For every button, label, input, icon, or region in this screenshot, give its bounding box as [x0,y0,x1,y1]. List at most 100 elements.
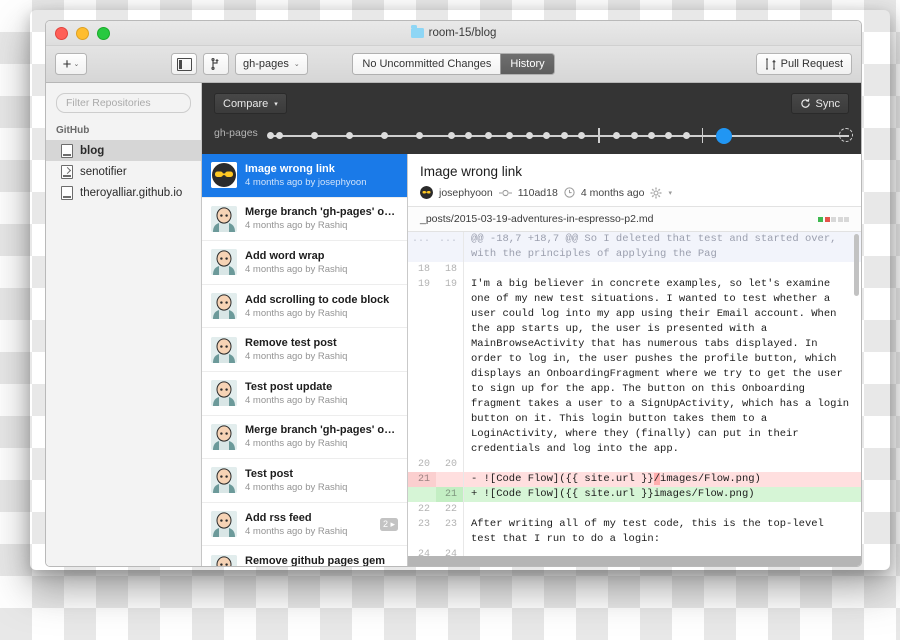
repo-icon [61,143,73,158]
timeline-head-circle[interactable] [838,128,853,142]
commit-list-item[interactable]: Image wrong link 4 months ago by josephyo… [202,154,407,198]
sidebar-item-theroyalliar-github-io[interactable]: theroyalliar.github.io [46,182,201,203]
timeline-commit-dot[interactable] [415,132,423,139]
filter-repositories-input[interactable]: Filter Repositories [56,93,191,113]
diff-old-line-number: 18 [417,264,430,275]
plus-icon: + [62,55,72,73]
history-timeline-header: Compare ▾ Sync gh-pages [202,83,861,154]
commit-list-item[interactable]: Test post update 4 months ago by Rashiq [202,372,407,416]
diff-line: 19 19 I'm a big believer in concrete examp… [408,277,861,457]
diff-old-line-number: 20 [417,459,430,470]
sync-button[interactable]: Sync [790,93,849,114]
timeline-commit-dot[interactable] [525,132,533,139]
diff-line-text [464,457,861,472]
commit-subject: Remove test post [245,337,337,350]
compare-button[interactable]: Compare ▾ [214,93,287,114]
timeline-commit-dot[interactable] [447,132,455,139]
repo-bell-icon [61,164,73,179]
branch-selector-button[interactable]: gh-pages ⌄ [235,53,308,75]
diff-line: 21 + ![Code Flow]({{ site.url }}images/Fl… [408,487,861,502]
timeline-commit-dot[interactable] [485,132,493,139]
diff-scrollbar[interactable] [854,234,859,296]
commit-list-item[interactable]: Remove github pages gem4 months ago by R… [202,546,407,566]
commit-list-item[interactable]: Merge branch 'gh-pages' of git…4 months … [202,416,407,460]
commit-item-meta: Merge branch 'gh-pages' of git…4 months … [245,424,398,449]
timeline-commit-dot[interactable] [276,132,284,139]
timeline-current-commit-dot[interactable] [717,128,732,143]
commit-list-item[interactable]: Add rss feed 4 months ago by Rashiq 2 ▸ [202,503,407,547]
compare-label: Compare [223,97,269,110]
timeline-commit-dot[interactable] [630,132,638,139]
commit-author-time: 4 months ago by Rashiq [245,394,348,406]
timeline-commit-dot[interactable] [267,132,275,139]
timeline-commit-dot[interactable] [505,132,513,139]
github-desktop-window: room-15/blog + ⌄ gh-pages ⌄ No Uncommitt… [45,20,862,567]
tab-history[interactable]: History [500,54,554,74]
create-branch-button[interactable] [203,53,229,75]
timeline-commit-dot[interactable] [310,132,318,139]
diff-viewer[interactable]: ...... @@ -18,7 +18,7 @@ So I deleted tha… [408,232,861,566]
diff-new-line-number [436,472,464,487]
commit-item-meta: Add word wrap 4 months ago by Rashiq [245,250,398,275]
timeline-commit-dot[interactable] [560,132,568,139]
commit-item-meta: Test post update 4 months ago by Rashiq [245,381,398,406]
window-bottom-bar [408,556,861,566]
toggle-sidebar-button[interactable] [171,53,197,75]
commit-author-time: 4 months ago by Rashiq [245,220,348,232]
commit-list-item[interactable]: Add word wrap 4 months ago by Rashiq [202,241,407,285]
diff-old-line-number [408,487,436,502]
diff-line-text: + ![Code Flow]({{ site.url }}images/Flow… [471,488,755,500]
diff-line: 23 23 After writing all of my test code, t… [408,517,861,547]
tab-uncommitted-changes[interactable]: No Uncommitted Changes [353,54,501,74]
timeline-merge-marker[interactable] [701,128,704,143]
commit-list-item[interactable]: Remove test post 4 months ago by Rashiq [202,328,407,372]
timeline-commit-dot[interactable] [345,132,353,139]
commit-list-item[interactable]: Add scrolling to code block 4 months ago … [202,285,407,329]
avatar [211,162,237,189]
timeline-commit-dot[interactable] [682,132,690,139]
chevron-down-icon[interactable]: ▾ [668,189,672,197]
diff-line-text: I'm a big believer in concrete examples,… [471,278,856,455]
add-repository-button[interactable]: + ⌄ [55,53,87,75]
timeline-commit-dot[interactable] [380,132,388,139]
timeline-merge-marker[interactable] [598,128,600,143]
timeline-commit-dot[interactable] [578,132,586,139]
timeline-commit-dot[interactable] [464,132,472,139]
timeline-commit-dot[interactable] [613,132,621,139]
pull-request-button[interactable]: Pull Request [755,53,852,75]
toolbar-middle-group: gh-pages ⌄ [171,53,308,75]
sidebar-item-label: senotifier [80,165,127,178]
pull-request-icon [765,58,776,70]
commit-item-meta: Test post 4 months ago by Rashiq [245,468,398,493]
commit-item-meta: Merge branch 'gh-pages' of git…4 months … [245,206,398,231]
pull-request-label: Pull Request [780,58,843,70]
commit-expand-badge[interactable]: 2 ▸ [379,517,398,531]
window-body: Filter Repositories GitHub blog senotifi… [46,83,861,566]
commit-list[interactable]: Image wrong link 4 months ago by josephyo… [202,154,408,566]
commit-list-item[interactable]: Test post 4 months ago by Rashiq [202,459,407,503]
diff-line: 18 18 [408,262,861,277]
diff-new-line-number: 21 [436,487,464,502]
commit-timeline-track[interactable] [267,127,853,145]
branch-selector-label: gh-pages [243,58,289,70]
timeline-commit-dot[interactable] [543,132,551,139]
sidebar-item-blog[interactable]: blog [46,140,201,161]
changed-file-row[interactable]: _posts/2015-03-19-adventures-in-espresso… [408,207,861,232]
commit-list-item[interactable]: Merge branch 'gh-pages' of git…4 months … [202,198,407,242]
sidebar-item-label: blog [80,144,105,157]
gear-icon[interactable] [650,187,662,199]
commit-item-meta: Remove github pages gem4 months ago by R… [245,555,398,566]
avatar [211,511,237,538]
timeline-commit-dot[interactable] [647,132,655,139]
avatar [211,554,237,566]
chevron-down-icon: ⌄ [73,61,80,68]
timeline-commit-dot[interactable] [665,132,673,139]
avatar [211,380,237,407]
commit-author-time: 4 months ago by Rashiq [245,438,348,450]
diff-old-line-number: ... [411,234,430,245]
sync-icon [800,98,810,108]
diff-stat-block [818,216,823,222]
sidebar-item-senotifier[interactable]: senotifier [46,161,201,182]
folder-icon [410,25,424,38]
repository-sidebar: Filter Repositories GitHub blog senotifi… [46,83,202,566]
